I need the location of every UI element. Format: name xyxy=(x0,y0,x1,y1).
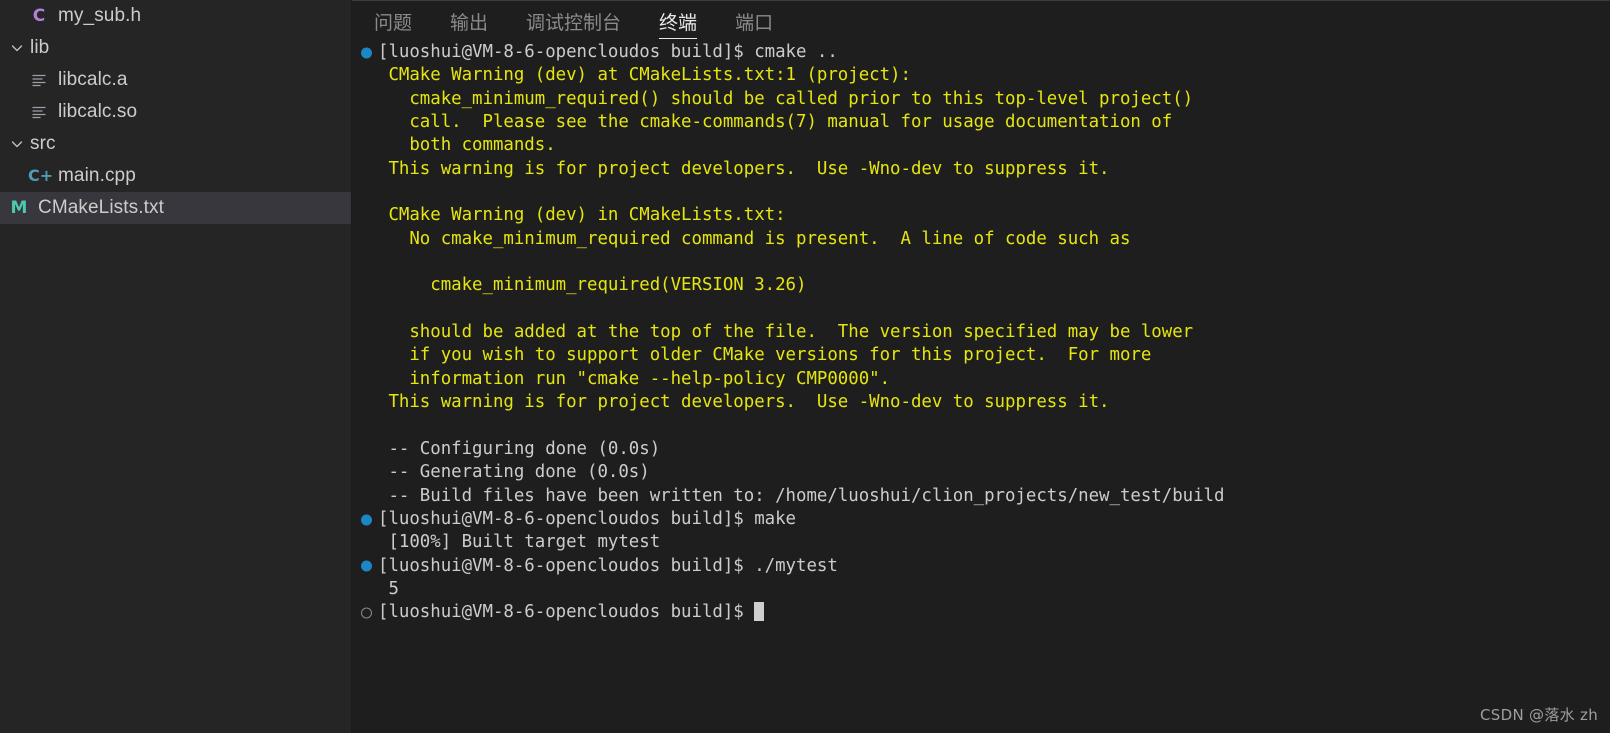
file-tree: Cmy_sub.hlib libcalc.a libcalc.so src C+ main… xyxy=(0,0,351,224)
panel-tab-4[interactable]: 端口 xyxy=(735,1,773,41)
terminal-line: No cmake_minimum_required command is pre… xyxy=(360,228,1610,251)
tree-item-cmakelists-txt[interactable]: M CMakeLists.txt xyxy=(0,192,351,224)
command-current-decoration-icon[interactable] xyxy=(361,607,372,619)
bottom-panel: 问题 输出 调试控制台 终端 端口 [luoshui@VM-8-6-opencloudo… xyxy=(352,0,1610,733)
terminal-cursor xyxy=(754,602,765,622)
terminal-line: CMake Warning (dev) at CMakeLists.txt:1 … xyxy=(360,64,1610,87)
terminal-line: This warning is for project developers. … xyxy=(360,158,1610,181)
chevron-down-icon[interactable] xyxy=(8,39,26,57)
tree-item-src[interactable]: src xyxy=(0,128,351,160)
terminal-line-text: 5 xyxy=(378,578,399,599)
terminal-line-text: [luoshui@VM-8-6-opencloudos build]$ xyxy=(378,602,755,623)
chevron-down-icon[interactable] xyxy=(8,135,26,153)
terminal-line-text: should be added at the top of the file. … xyxy=(378,322,1194,343)
command-success-decoration-icon[interactable] xyxy=(361,514,372,526)
terminal-line-text: -- Build files have been written to: /ho… xyxy=(378,485,1225,506)
terminal-line-text: [luoshui@VM-8-6-opencloudos build]$ make xyxy=(378,508,797,529)
tree-item-libcalc-a[interactable]: libcalc.a xyxy=(0,64,351,96)
tree-item-label: main.cpp xyxy=(58,165,136,186)
terminal-line-text: No cmake_minimum_required command is pre… xyxy=(378,228,1131,249)
terminal-line-text: -- Generating done (0.0s) xyxy=(378,462,650,483)
terminal-line: [luoshui@VM-8-6-opencloudos build]$ ./my… xyxy=(360,555,1610,578)
tree-item-label: libcalc.a xyxy=(58,69,128,90)
terminal-line: both commands. xyxy=(360,134,1610,157)
panel-tab-3[interactable]: 终端 xyxy=(659,1,698,41)
terminal-line-text: information run "cmake --help-policy CMP… xyxy=(378,368,891,389)
terminal-line-text: [100%] Built target mytest xyxy=(378,532,661,553)
explorer-sidebar: Cmy_sub.hlib libcalc.a libcalc.so src C+ main… xyxy=(0,0,352,733)
c-header-file-icon: C xyxy=(32,5,46,26)
vscode-window: Cmy_sub.hlib libcalc.a libcalc.so src C+ main… xyxy=(0,0,1610,733)
terminal-line: -- Generating done (0.0s) xyxy=(360,461,1610,484)
terminal-line: [100%] Built target mytest xyxy=(360,531,1610,554)
terminal-line: [luoshui@VM-8-6-opencloudos build]$ xyxy=(360,601,1610,624)
command-success-decoration-icon[interactable] xyxy=(361,47,372,59)
tree-item-main-cpp[interactable]: C+ main.cpp xyxy=(0,160,351,192)
terminal-line: cmake_minimum_required(VERSION 3.26) xyxy=(360,274,1610,297)
binary-file-icon xyxy=(28,104,50,121)
terminal-line: -- Configuring done (0.0s) xyxy=(360,438,1610,461)
panel-tab-0[interactable]: 问题 xyxy=(374,1,412,41)
tree-item-label: CMakeLists.txt xyxy=(38,197,164,218)
terminal-output[interactable]: [luoshui@VM-8-6-opencloudos build]$ cmak… xyxy=(352,41,1610,733)
terminal-line: cmake_minimum_required() should be calle… xyxy=(360,88,1610,111)
terminal-line-text: cmake_minimum_required() should be calle… xyxy=(378,88,1194,109)
terminal-line: 5 xyxy=(360,578,1610,601)
terminal-line: should be added at the top of the file. … xyxy=(360,321,1610,344)
terminal-line-text: both commands. xyxy=(378,135,556,156)
terminal-line-text: cmake_minimum_required(VERSION 3.26) xyxy=(378,275,807,296)
terminal-line: information run "cmake --help-policy CMP… xyxy=(360,368,1610,391)
terminal-line: This warning is for project developers. … xyxy=(360,391,1610,414)
terminal-line-text: [luoshui@VM-8-6-opencloudos build]$ ./my… xyxy=(378,555,838,576)
terminal-line: [luoshui@VM-8-6-opencloudos build]$ make xyxy=(360,508,1610,531)
terminal-line-text: CMake Warning (dev) in CMakeLists.txt: xyxy=(378,205,786,226)
cmake-file-icon: M xyxy=(10,197,28,218)
terminal-line: if you wish to support older CMake versi… xyxy=(360,344,1610,367)
tree-item-my-sub-h[interactable]: Cmy_sub.h xyxy=(0,0,351,32)
terminal-line: [luoshui@VM-8-6-opencloudos build]$ cmak… xyxy=(360,41,1610,64)
tree-item-libcalc-so[interactable]: libcalc.so xyxy=(0,96,351,128)
terminal-line: -- Build files have been written to: /ho… xyxy=(360,485,1610,508)
terminal-line-text: This warning is for project developers. … xyxy=(378,392,1110,413)
terminal-line-text: This warning is for project developers. … xyxy=(378,158,1110,179)
terminal-line-text: call. Please see the cmake-commands(7) m… xyxy=(378,112,1173,133)
terminal-line-text: [luoshui@VM-8-6-opencloudos build]$ cmak… xyxy=(378,42,838,62)
cpp-file-icon: C+ xyxy=(28,166,54,185)
panel-tab-2[interactable]: 调试控制台 xyxy=(526,1,621,41)
tree-item-label: my_sub.h xyxy=(58,5,142,26)
panel-tab-bar: 问题 输出 调试控制台 终端 端口 xyxy=(352,1,1610,41)
command-success-decoration-icon[interactable] xyxy=(361,560,372,572)
panel-tab-1[interactable]: 输出 xyxy=(450,1,488,41)
terminal-line: CMake Warning (dev) in CMakeLists.txt: xyxy=(360,204,1610,227)
terminal-line-text: if you wish to support older CMake versi… xyxy=(378,345,1152,366)
terminal-line: call. Please see the cmake-commands(7) m… xyxy=(360,111,1610,134)
binary-file-icon xyxy=(28,72,50,89)
terminal-line-text: CMake Warning (dev) at CMakeLists.txt:1 … xyxy=(378,65,911,86)
tree-item-label: lib xyxy=(30,37,50,58)
tree-item-lib[interactable]: lib xyxy=(0,32,351,64)
tree-item-label: libcalc.so xyxy=(58,101,138,122)
tree-item-label: src xyxy=(30,133,56,154)
terminal-line-text: -- Configuring done (0.0s) xyxy=(378,438,661,459)
